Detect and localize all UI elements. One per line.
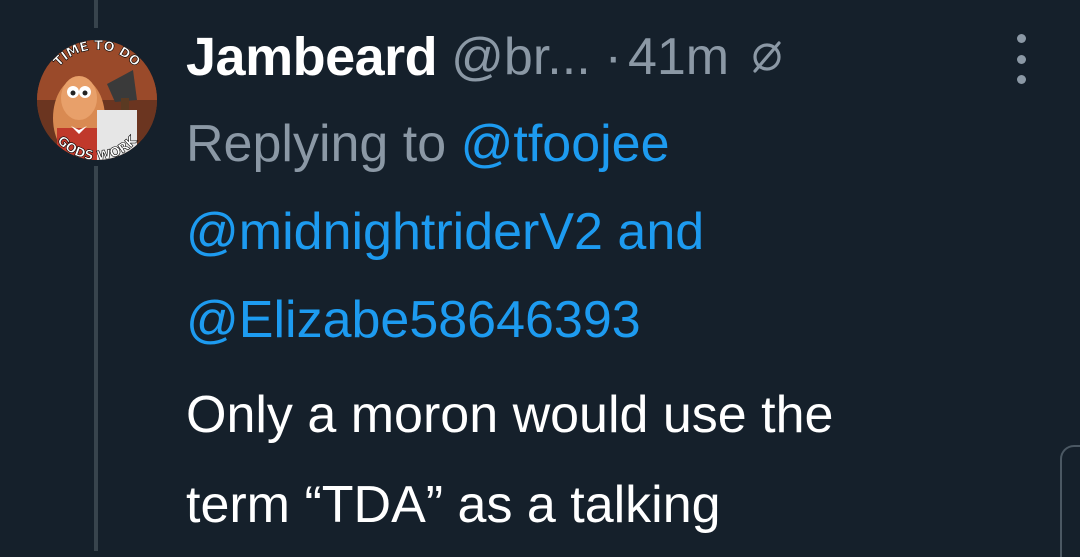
replying-line-1: Replying to @tfoojee — [186, 100, 704, 188]
replying-to: Replying to @tfoojee @midnightriderV2 an… — [186, 100, 704, 364]
mention-link[interactable]: @tfoojee — [461, 115, 670, 173]
replying-line-3: @Elizabe58646393 — [186, 276, 704, 364]
more-options-icon[interactable] — [1008, 34, 1034, 84]
tweet-text-line: Only a moron would use the — [186, 386, 834, 444]
avatar-image: TIME TO DO GODS WORK — [37, 40, 157, 160]
user-handle[interactable]: @br... — [451, 27, 591, 87]
circle-slash-icon — [753, 41, 781, 73]
mention-conjunction[interactable]: and — [617, 203, 704, 261]
thread-connector-top — [94, 0, 98, 28]
separator-dot: · — [604, 28, 622, 86]
timestamp[interactable]: 41m — [628, 27, 729, 87]
tweet-text-line: term “TDA” as a talking — [186, 476, 721, 534]
display-name[interactable]: Jambeard — [186, 26, 438, 88]
mention-link[interactable]: @midnightriderV2 — [186, 203, 603, 261]
more-dot — [1016, 34, 1026, 43]
avatar[interactable]: TIME TO DO GODS WORK — [37, 40, 157, 160]
mention-link[interactable]: @Elizabe58646393 — [186, 291, 641, 349]
replying-line-2: @midnightriderV2 and — [186, 188, 704, 276]
scroll-handle[interactable] — [1060, 445, 1080, 557]
tweet-body: Only a moron would use the term “TDA” as… — [186, 370, 1066, 550]
more-dot — [1016, 75, 1026, 84]
tweet-header: Jambeard @br... · 41m — [186, 22, 785, 92]
thread-connector-bottom — [94, 166, 98, 551]
more-dot — [1016, 54, 1026, 64]
replying-prefix: Replying to — [186, 115, 447, 173]
